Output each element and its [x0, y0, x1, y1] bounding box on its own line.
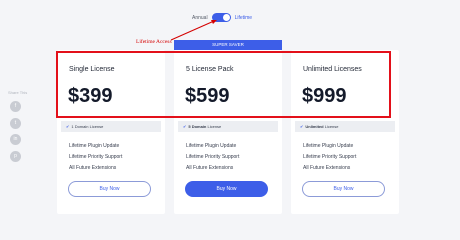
twitter-share-button[interactable]: t — [10, 118, 21, 129]
pinterest-icon: p — [14, 153, 17, 159]
check-icon: ✔ — [66, 124, 70, 129]
feature-item: All Future Extensions — [69, 165, 117, 171]
pinterest-share-button[interactable]: p — [10, 151, 21, 162]
feature-item: Lifetime Plugin Update — [303, 143, 354, 149]
super-saver-badge: SUPER SAVER — [174, 40, 282, 50]
domain-suffix: License — [88, 124, 104, 129]
domain-count: Unlimited — [305, 124, 324, 129]
domain-count: 5 Domain — [188, 124, 207, 129]
facebook-share-button[interactable]: f — [10, 101, 21, 112]
price-highlight-box — [56, 51, 391, 118]
feature-item: All Future Extensions — [303, 165, 351, 171]
linkedin-icon: in — [13, 136, 18, 142]
buy-now-button[interactable]: Buy Now — [185, 181, 268, 197]
domain-count-row: ✔ 5 Domain License — [178, 121, 278, 132]
linkedin-share-button[interactable]: in — [10, 134, 21, 145]
lifetime-label[interactable]: Lifetime — [235, 15, 253, 21]
buy-now-button[interactable]: Buy Now — [302, 181, 385, 197]
facebook-icon: f — [14, 103, 17, 109]
twitter-icon: t — [14, 120, 17, 126]
pricing-page: Annual Lifetime Lifetime Access Share Th… — [0, 0, 460, 217]
check-icon: ✔ — [300, 124, 304, 129]
domain-suffix: License — [206, 124, 222, 129]
feature-item: Lifetime Priority Support — [303, 154, 357, 160]
billing-period-switch[interactable] — [211, 13, 231, 22]
feature-item: Lifetime Plugin Update — [186, 143, 237, 149]
share-label: Share This — [8, 90, 28, 95]
annotation-text: Lifetime Access — [136, 39, 172, 45]
buy-now-button[interactable]: Buy Now — [68, 181, 151, 197]
domain-suffix: License — [323, 124, 339, 129]
check-icon: ✔ — [183, 124, 187, 129]
feature-item: All Future Extensions — [186, 165, 234, 171]
annual-label[interactable]: Annual — [192, 15, 208, 21]
domain-count-row: ✔ Unlimited License — [295, 121, 395, 132]
domain-count-row: ✔ 1 Domain License — [61, 121, 161, 132]
feature-item: Lifetime Plugin Update — [69, 143, 120, 149]
switch-knob — [222, 14, 230, 21]
domain-count: 1 Domain — [71, 124, 89, 129]
feature-item: Lifetime Priority Support — [69, 154, 123, 160]
billing-toggle: Annual Lifetime — [192, 13, 252, 22]
feature-item: Lifetime Priority Support — [186, 154, 240, 160]
